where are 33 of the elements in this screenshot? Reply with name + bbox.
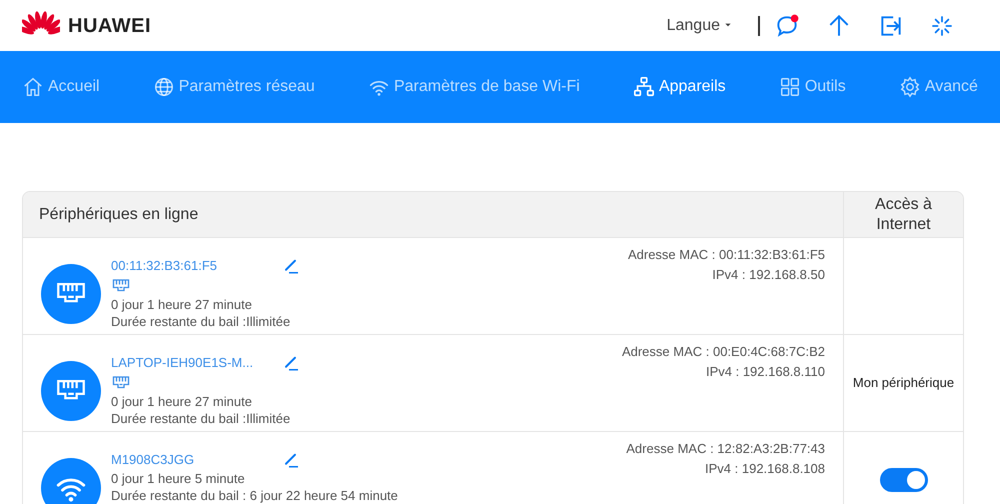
nav-tab[interactable]: Accueil (22, 75, 100, 99)
connection-duration: 0 jour 1 heure 5 minute (111, 470, 245, 486)
connection-duration: 0 jour 1 heure 27 minute (111, 296, 252, 312)
nav-tab[interactable]: Avancé (898, 75, 978, 99)
settings-icon (898, 76, 921, 98)
grid-icon (778, 76, 801, 98)
home-icon (22, 76, 44, 98)
internet-access-toggle[interactable] (880, 468, 928, 492)
lease-time: Durée restante du bail :Illimitée (111, 312, 290, 330)
mac-address: Adresse MAC : 00:11:32:B3:61:F5 (628, 246, 825, 263)
brand-name: HUAWEI (68, 14, 151, 38)
access-label: Mon périphérique (852, 374, 954, 392)
device-name-link[interactable]: LAPTOP-IEH90E1S-M... (111, 353, 254, 372)
mac-address: Adresse MAC : 00:E0:4C:68:7C:B2 (622, 343, 825, 360)
loading-icon (930, 14, 954, 38)
nav-tab[interactable]: Appareils (632, 75, 726, 99)
device-name-link[interactable]: 00:11:32:B3:61:F5 (111, 256, 218, 276)
language-dropdown[interactable]: Langue (666, 14, 732, 38)
mac-address: Adresse MAC : 12:82:A3:2B:77:43 (626, 440, 825, 457)
nav-tab[interactable]: Paramètres réseau (152, 75, 315, 99)
globe-icon (152, 76, 175, 98)
column-header: Accès à Internet (874, 194, 933, 234)
ipv4-address: IPv4 : 192.168.8.50 (712, 266, 825, 283)
lease-time: Durée restante du bail :Illimitée (111, 410, 290, 426)
device-name-link[interactable]: M1908C3JGG (111, 450, 194, 470)
connection-duration: 0 jour 1 heure 27 minute (111, 392, 252, 410)
nav-tab[interactable]: Outils (778, 75, 846, 99)
ipv4-address: IPv4 : 192.168.8.110 (706, 363, 825, 380)
column-header: Périphériques en ligne (39, 204, 198, 224)
nav-tab[interactable]: Paramètres de base Wi-Fi (368, 75, 580, 99)
ipv4-address: IPv4 : 192.168.8.108 (705, 460, 825, 477)
network-icon (632, 76, 655, 98)
lease-time: Durée restante du bail : 6 jour 22 heure 54 minute (111, 486, 398, 504)
